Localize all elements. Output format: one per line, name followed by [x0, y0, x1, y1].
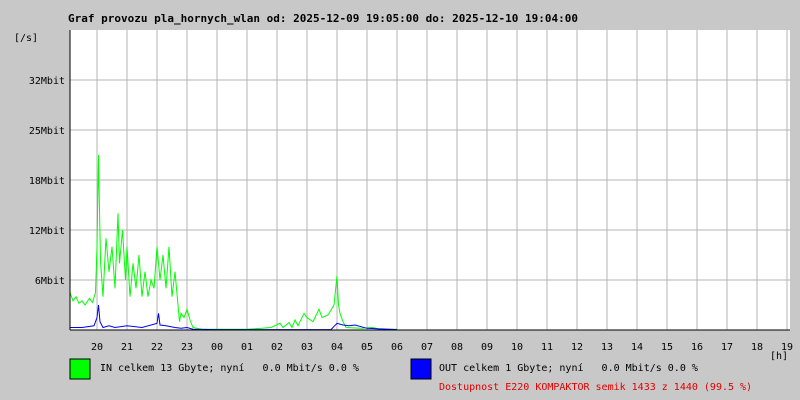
- x-tick-label: 12: [571, 342, 583, 353]
- chart-title: Graf provozu pla_hornych_wlan od: 2025-1…: [68, 12, 578, 25]
- x-tick-label: 21: [121, 342, 133, 353]
- y-tick-label: 6Mbit: [35, 276, 65, 287]
- y-tick-label: 18Mbit: [29, 176, 65, 187]
- x-unit-label: [h]: [770, 351, 788, 362]
- x-tick-label: 00: [211, 342, 223, 353]
- x-tick-label: 09: [481, 342, 493, 353]
- out-legend-text: OUT celkem 1 Gbyte; nyní 0.0 Mbit/s 0.0 …: [439, 362, 698, 374]
- x-tick-label: 05: [361, 342, 373, 353]
- y-tick-labels: 6Mbit 12Mbit 18Mbit 25Mbit 32Mbit: [29, 76, 65, 287]
- x-tick-label: 10: [511, 342, 523, 353]
- x-tick-labels: 20 21 22 23 00 01 02 03 04 05 06 07 08 09 10 11 12 13 14 15…: [91, 342, 793, 353]
- x-tick-label: 11: [541, 342, 553, 353]
- x-tick-label: 04: [331, 342, 343, 353]
- x-tick-label: 15: [661, 342, 673, 353]
- x-tick-label: 17: [721, 342, 733, 353]
- in-legend-text: IN celkem 13 Gbyte; nyní 0.0 Mbit/s 0.0 …: [100, 362, 359, 374]
- x-tick-label: 07: [421, 342, 433, 353]
- x-tick-label: 22: [151, 342, 163, 353]
- y-unit-label: [/s]: [14, 33, 38, 44]
- x-tick-label: 14: [631, 342, 643, 353]
- out-legend-swatch: [410, 358, 432, 380]
- x-tick-label: 08: [451, 342, 463, 353]
- y-tick-label: 25Mbit: [29, 126, 65, 137]
- x-tick-label: 13: [601, 342, 613, 353]
- availability-text: Dostupnost E220 KOMPAKTOR semik 1433 z 1…: [439, 382, 752, 393]
- x-tick-label: 01: [241, 342, 253, 353]
- x-tick-label: 23: [181, 342, 193, 353]
- y-tick-label: 32Mbit: [29, 76, 65, 87]
- x-tick-label: 02: [271, 342, 283, 353]
- traffic-graph: Graf provozu pla_hornych_wlan od: 2025-1…: [14, 12, 793, 393]
- x-tick-label: 18: [751, 342, 763, 353]
- x-tick-label: 16: [691, 342, 703, 353]
- y-tick-label: 12Mbit: [29, 226, 65, 237]
- in-legend-swatch: [69, 358, 91, 380]
- x-tick-label: 20: [91, 342, 103, 353]
- x-tick-label: 06: [391, 342, 403, 353]
- x-tick-label: 03: [301, 342, 313, 353]
